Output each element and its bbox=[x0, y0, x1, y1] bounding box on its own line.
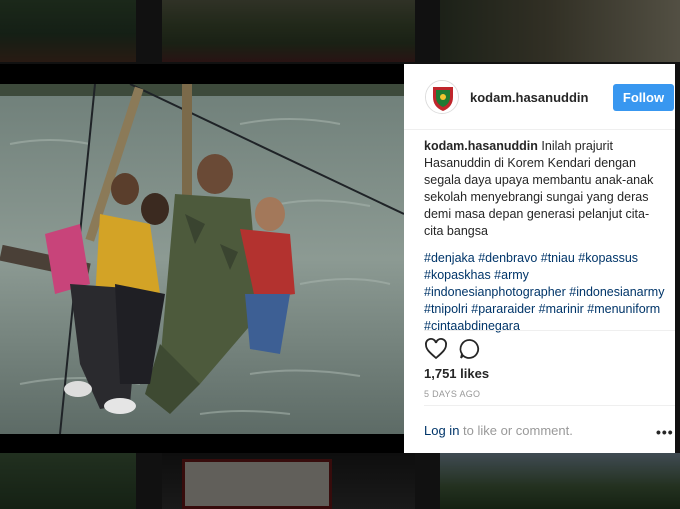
follow-button[interactable]: Follow bbox=[613, 84, 674, 111]
grid-thumbnail[interactable] bbox=[0, 0, 136, 62]
river-crossing-photo bbox=[0, 84, 404, 434]
post-photo[interactable] bbox=[0, 84, 404, 434]
post-header: kodam.hasanuddin Follow bbox=[404, 64, 675, 130]
unit-emblem-icon bbox=[426, 81, 458, 113]
more-options-icon[interactable]: ••• bbox=[656, 424, 674, 440]
grid-thumbnail[interactable] bbox=[162, 0, 415, 62]
header-username[interactable]: kodam.hasanuddin bbox=[470, 90, 588, 105]
post-hashtags[interactable]: #denjaka #denbravo #tniau #kopassus #kop… bbox=[424, 250, 670, 335]
login-prompt-text: to like or comment. bbox=[459, 423, 573, 438]
comment-bubble-icon[interactable] bbox=[458, 337, 482, 361]
login-prompt: Log in to like or comment. bbox=[424, 423, 573, 438]
grid-thumbnail[interactable] bbox=[440, 453, 680, 509]
heart-outline-icon[interactable] bbox=[424, 337, 448, 361]
login-link[interactable]: Log in bbox=[424, 423, 459, 438]
divider bbox=[424, 330, 675, 331]
post-caption: kodam.hasanuddin Inilah prajurit Hasanud… bbox=[424, 138, 664, 240]
post-sidebar: kodam.hasanuddin Follow kodam.hasanuddin… bbox=[404, 64, 675, 453]
post-timestamp[interactable]: 5 DAYS AGO bbox=[424, 389, 480, 399]
avatar[interactable] bbox=[425, 80, 459, 114]
post-modal: kodam.hasanuddin Follow kodam.hasanuddin… bbox=[0, 64, 675, 453]
grid-thumbnail[interactable] bbox=[440, 0, 680, 62]
grid-thumbnail[interactable] bbox=[0, 453, 136, 509]
like-count[interactable]: 1,751 likes bbox=[424, 366, 489, 381]
grid-thumbnail[interactable] bbox=[162, 453, 415, 509]
caption-username[interactable]: kodam.hasanuddin bbox=[424, 139, 538, 153]
divider bbox=[424, 405, 675, 406]
caption-text: Inilah prajurit Hasanuddin di Korem Kend… bbox=[424, 139, 654, 238]
